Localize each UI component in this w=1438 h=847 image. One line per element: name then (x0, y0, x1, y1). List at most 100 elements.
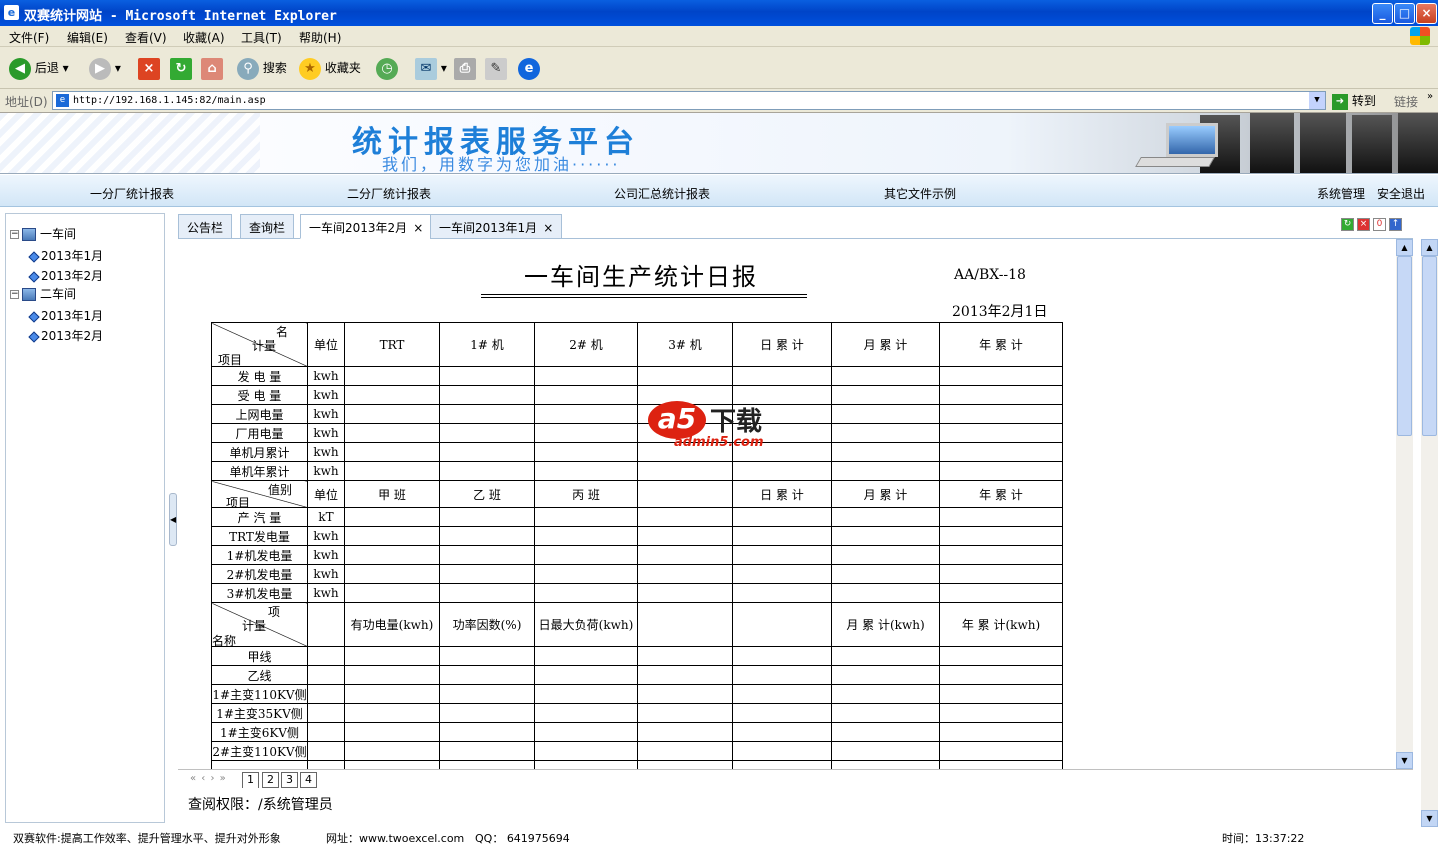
column-header: 年 累 计(kwh) (939, 602, 1063, 647)
menu-edit[interactable]: 编辑(E) (67, 29, 108, 46)
nav-system-admin[interactable]: 系统管理 (1317, 185, 1365, 202)
tab-workshop1-jan[interactable]: 一车间2013年1月 × (430, 214, 563, 239)
maximize-tab-icon[interactable]: ↑ (1389, 218, 1402, 231)
address-label: 地址(D) (5, 95, 48, 109)
page-4[interactable]: 4 (300, 772, 317, 788)
nav-branch2-reports[interactable]: 二分厂统计报表 (347, 185, 431, 202)
close-button[interactable]: × (1416, 3, 1437, 24)
data-cell (307, 684, 345, 704)
close-tab-icon[interactable]: × (543, 221, 553, 235)
close-tab-icon[interactable]: × (413, 221, 423, 235)
chevron-right-icon[interactable]: » (1427, 91, 1433, 102)
nav-branch1-reports[interactable]: 一分厂统计报表 (90, 185, 174, 202)
data-cell (831, 646, 940, 666)
tree-leaf-workshop1-jan[interactable]: 2013年1月 (28, 247, 103, 264)
tree-leaf-workshop2-jan[interactable]: 2013年1月 (28, 307, 103, 324)
data-cell (344, 646, 440, 666)
data-cell (831, 423, 940, 443)
tab-notice[interactable]: 公告栏 (178, 214, 233, 239)
table-row: 2#机发电量 kwh (211, 564, 1063, 584)
ie-icon: e (4, 5, 19, 20)
forward-button[interactable]: ▶ ▾ (89, 56, 121, 80)
mail-button[interactable]: ✉ ▾ (415, 56, 447, 80)
row-label: 受 电 量 (211, 385, 308, 405)
scroll-thumb[interactable] (1422, 256, 1437, 436)
nav-logout[interactable]: 安全退出 (1377, 185, 1425, 202)
data-cell (534, 442, 638, 462)
column-header: 日最大负荷(kwh) (534, 602, 638, 647)
data-cell (307, 722, 345, 742)
links-label[interactable]: 链接 (1394, 93, 1418, 110)
nav-other-files[interactable]: 其它文件示例 (884, 185, 956, 202)
report-scrollbar[interactable]: ▲ ▼ (1396, 239, 1413, 769)
maximize-button[interactable]: □ (1394, 3, 1415, 24)
menu-file[interactable]: 文件(F) (9, 29, 49, 46)
data-cell (439, 583, 535, 603)
data-cell (307, 741, 345, 761)
nav-company-reports[interactable]: 公司汇总统计报表 (614, 185, 710, 202)
scroll-up-icon[interactable]: ▲ (1421, 239, 1438, 256)
data-cell (534, 722, 638, 742)
report-date: 2013年2月1日 (952, 304, 1048, 320)
menu-view[interactable]: 查看(V) (125, 29, 167, 46)
data-cell (732, 646, 832, 666)
data-cell (439, 646, 535, 666)
favorites-button[interactable]: ★ 收藏夹 (299, 56, 361, 80)
diagonal-label: 值别 (268, 483, 293, 497)
unit-cell: kwh (307, 423, 345, 443)
menu-favorites[interactable]: 收藏(A) (183, 29, 225, 46)
edit-button[interactable]: ✎ (485, 56, 507, 80)
data-cell (637, 665, 733, 685)
home-button[interactable]: ⌂ (201, 56, 223, 80)
page-1[interactable]: 1 (242, 772, 259, 788)
address-dropdown-icon[interactable]: ▼ (1309, 92, 1325, 109)
tree-leaf-workshop1-feb[interactable]: 2013年2月 (28, 267, 103, 284)
data-cell (831, 684, 940, 704)
scroll-up-icon[interactable]: ▲ (1396, 239, 1413, 256)
history-button[interactable]: ◷ (376, 56, 398, 80)
address-input[interactable]: e http://192.168.1.145:82/main.asp ▼ (52, 91, 1326, 110)
close-tab-icon[interactable]: × (1357, 218, 1370, 231)
collapse-icon[interactable]: − (10, 290, 19, 299)
back-button[interactable]: ◀ 后退 ▾ (9, 56, 69, 80)
tree-leaf-workshop2-feb[interactable]: 2013年2月 (28, 327, 103, 344)
minimize-button[interactable]: _ (1372, 3, 1393, 24)
messenger-button[interactable]: e (518, 56, 540, 80)
stop-button[interactable]: × (138, 56, 160, 80)
refresh-button[interactable]: ↻ (170, 56, 192, 80)
scroll-thumb[interactable] (1397, 256, 1412, 436)
report-icon (28, 270, 40, 283)
column-header: 有功电量(kwh) (344, 602, 440, 647)
data-cell (831, 722, 940, 742)
tab-workshop1-feb[interactable]: 一车间2013年2月 × (300, 214, 433, 239)
column-header: 月 累 计(kwh) (831, 602, 940, 647)
data-cell (307, 703, 345, 723)
scroll-down-icon[interactable]: ▼ (1421, 810, 1438, 827)
menu-tools[interactable]: 工具(T) (241, 29, 282, 46)
page-3[interactable]: 3 (281, 772, 298, 788)
sidebar-collapse-handle[interactable]: ◀ (169, 493, 177, 546)
data-cell (732, 545, 832, 565)
tree-node-workshop2[interactable]: − 二车间 (10, 285, 76, 302)
scroll-down-icon[interactable]: ▼ (1396, 752, 1413, 769)
search-button[interactable]: ⚲ 搜索 (237, 56, 287, 80)
data-cell (344, 760, 440, 769)
collapse-icon[interactable]: − (10, 230, 19, 239)
close-all-icon[interactable]: 0 (1373, 218, 1386, 231)
tree-node-workshop1[interactable]: − 一车间 (10, 225, 76, 242)
go-button[interactable]: ➜ 转到 (1332, 92, 1376, 110)
pager-nav[interactable]: « ‹ › » (190, 773, 227, 784)
tab-query[interactable]: 查询栏 (240, 214, 295, 239)
data-cell (637, 545, 733, 565)
column-header: 功率因数(%) (439, 602, 535, 647)
column-header: 乙 班 (439, 480, 535, 508)
watermark-text: 下载 (710, 407, 763, 437)
data-cell (732, 461, 832, 481)
page-2[interactable]: 2 (262, 772, 279, 788)
page-scrollbar[interactable]: ▲ ▼ (1421, 239, 1438, 827)
print-button[interactable]: ⎙ (454, 56, 476, 80)
menu-help[interactable]: 帮助(H) (299, 29, 341, 46)
refresh-tab-icon[interactable]: ↻ (1341, 218, 1354, 231)
row-label: 1#主变110KV侧 (211, 684, 308, 704)
table-row: 1#主变6KV侧 (211, 722, 1063, 742)
